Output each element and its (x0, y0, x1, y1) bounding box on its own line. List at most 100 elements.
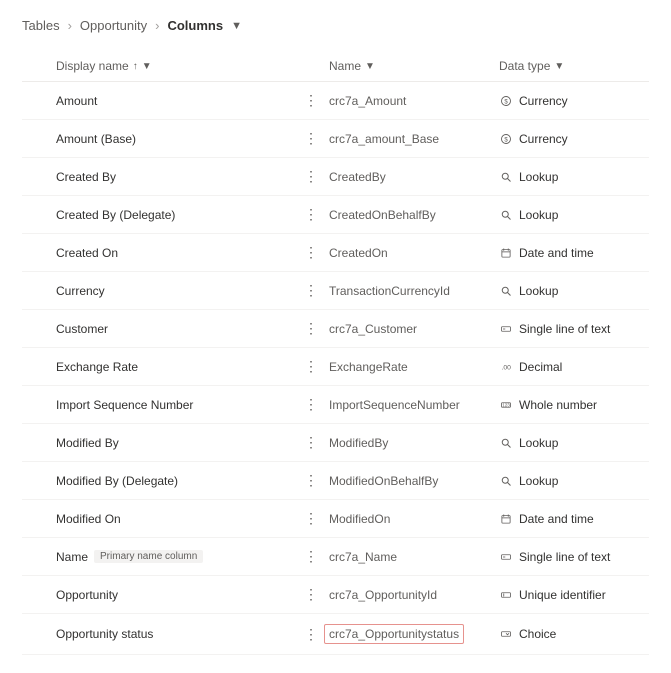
table-header-row: Display name ↑ ▼ Name ▼ Data type ▼ (22, 51, 649, 82)
display-name-cell[interactable]: Amount (Base) (56, 132, 301, 146)
schema-name-cell: ModifiedBy (329, 436, 499, 450)
table-row[interactable]: Created On ⋮CreatedOn Date and time (22, 234, 649, 272)
search-icon (499, 437, 513, 449)
table-row[interactable]: Modified On⋮ModifiedOnDate and time (22, 500, 649, 538)
display-name-cell[interactable]: Name Primary name column (56, 550, 301, 564)
datatype-label: Lookup (519, 208, 558, 222)
schema-name-cell: crc7a_amount_Base (329, 132, 499, 146)
schema-name-cell: CreatedOn (329, 246, 499, 260)
more-actions-icon[interactable]: ⋮ (301, 358, 329, 375)
datatype-label: Date and time (519, 246, 594, 260)
datatype-cell: Lookup (499, 284, 649, 298)
display-name-label: Currency (56, 284, 105, 298)
display-name-cell[interactable]: Customer (56, 322, 301, 336)
datatype-label: Choice (519, 627, 556, 641)
display-name-cell[interactable]: Amount (56, 94, 301, 108)
more-actions-icon[interactable]: ⋮ (301, 548, 329, 565)
display-name-cell[interactable]: Exchange Rate (56, 360, 301, 374)
header-display-name[interactable]: Display name ↑ ▼ (56, 59, 301, 73)
header-datatype[interactable]: Data type ▼ (499, 59, 649, 73)
table-row[interactable]: Currency⋮TransactionCurrencyIdLookup (22, 272, 649, 310)
schema-name-cell: ExchangeRate (329, 360, 499, 374)
display-name-label: Created By (56, 170, 116, 184)
chevron-down-icon[interactable]: ▼ (365, 61, 375, 72)
breadcrumb: Tables › Opportunity › Columns ▼ (22, 18, 649, 33)
datatype-label: Lookup (519, 474, 558, 488)
text-field-icon (499, 323, 513, 335)
more-actions-icon[interactable]: ⋮ (301, 168, 329, 185)
display-name-label: Amount (Base) (56, 132, 136, 146)
schema-name-cell: CreatedOnBehalfBy (329, 208, 499, 222)
display-name-cell[interactable]: Modified By (56, 436, 301, 450)
primary-column-badge: Primary name column (94, 550, 203, 563)
display-name-label: Modified By (56, 436, 119, 450)
table-row[interactable]: NamePrimary name column⋮crc7a_NameSingle… (22, 538, 649, 576)
display-name-cell[interactable]: Opportunity status (56, 627, 301, 641)
display-name-label: Name (56, 550, 88, 564)
table-row[interactable]: Modified By (Delegate)⋮ModifiedOnBehalfB… (22, 462, 649, 500)
datatype-cell: Lookup (499, 436, 649, 450)
more-actions-icon[interactable]: ⋮ (301, 434, 329, 451)
more-actions-icon[interactable]: ⋮ (301, 244, 329, 261)
display-name-cell[interactable]: Created On (56, 246, 301, 260)
table-row[interactable]: Exchange Rate⋮ExchangeRateDecimal (22, 348, 649, 386)
datatype-label: Whole number (519, 398, 597, 412)
display-name-label: Created On (56, 246, 118, 260)
table-row[interactable]: Modified By ⋮ModifiedBy Lookup (22, 424, 649, 462)
currency-icon (499, 133, 513, 145)
key-icon (499, 589, 513, 601)
table-row[interactable]: Opportunity status⋮crc7a_Opportunitystat… (22, 614, 649, 655)
more-actions-icon[interactable]: ⋮ (301, 130, 329, 147)
more-actions-icon[interactable]: ⋮ (301, 92, 329, 109)
schema-name-cell: ModifiedOnBehalfBy (329, 474, 499, 488)
more-actions-icon[interactable]: ⋮ (301, 510, 329, 527)
breadcrumb-root[interactable]: Tables (22, 18, 60, 33)
chevron-down-icon[interactable]: ▼ (142, 61, 152, 72)
datatype-label: Currency (519, 94, 568, 108)
datatype-cell: Unique identifier (499, 588, 649, 602)
datatype-cell: Currency (499, 94, 649, 108)
schema-name-cell: CreatedBy (329, 170, 499, 184)
chevron-right-icon: › (155, 18, 159, 33)
header-name[interactable]: Name ▼ (329, 59, 499, 73)
sort-asc-icon: ↑ (133, 61, 138, 72)
more-actions-icon[interactable]: ⋮ (301, 472, 329, 489)
search-icon (499, 285, 513, 297)
more-actions-icon[interactable]: ⋮ (301, 396, 329, 413)
breadcrumb-current[interactable]: Columns (167, 18, 223, 33)
table-row[interactable]: Amount⋮crc7a_Amount Currency (22, 82, 649, 120)
datatype-label: Single line of text (519, 550, 610, 564)
table-row[interactable]: Created By (Delegate) ⋮CreatedOnBehalfBy L… (22, 196, 649, 234)
table-row[interactable]: Customer⋮crc7a_CustomerSingle line of te… (22, 310, 649, 348)
display-name-cell[interactable]: Modified By (Delegate) (56, 474, 301, 488)
table-row[interactable]: Created By⋮CreatedByLookup (22, 158, 649, 196)
decimal-icon (499, 361, 513, 373)
schema-name-cell: crc7a_OpportunityId (329, 588, 499, 602)
display-name-cell[interactable]: Currency (56, 284, 301, 298)
more-actions-icon[interactable]: ⋮ (301, 282, 329, 299)
breadcrumb-mid[interactable]: Opportunity (80, 18, 147, 33)
schema-name-cell: crc7a_Opportunitystatus (329, 624, 499, 644)
display-name-cell[interactable]: Modified On (56, 512, 301, 526)
datatype-cell: Date and time (499, 512, 649, 526)
display-name-cell[interactable]: Import Sequence Number (56, 398, 301, 412)
schema-name-cell: ModifiedOn (329, 512, 499, 526)
calendar-icon (499, 513, 513, 525)
display-name-cell[interactable]: Created By (Delegate) (56, 208, 301, 222)
table-row[interactable]: Opportunity⋮crc7a_OpportunityIdUnique id… (22, 576, 649, 614)
table-row[interactable]: Amount (Base)⋮crc7a_amount_BaseCurrency (22, 120, 649, 158)
more-actions-icon[interactable]: ⋮ (301, 206, 329, 223)
schema-name-cell: crc7a_Amount (329, 94, 499, 108)
chevron-down-icon[interactable]: ▼ (231, 20, 242, 32)
more-actions-icon[interactable]: ⋮ (301, 586, 329, 603)
dropdown-icon (499, 628, 513, 640)
display-name-cell[interactable]: Created By (56, 170, 301, 184)
datatype-label: Single line of text (519, 322, 610, 336)
datatype-label: Lookup (519, 436, 558, 450)
table-row[interactable]: Import Sequence Number⋮ImportSequenceNum… (22, 386, 649, 424)
schema-name-cell: ImportSequenceNumber (329, 398, 499, 412)
display-name-label: Created By (Delegate) (56, 208, 175, 222)
more-actions-icon[interactable]: ⋮ (301, 320, 329, 337)
display-name-cell[interactable]: Opportunity (56, 588, 301, 602)
chevron-down-icon[interactable]: ▼ (554, 61, 564, 72)
